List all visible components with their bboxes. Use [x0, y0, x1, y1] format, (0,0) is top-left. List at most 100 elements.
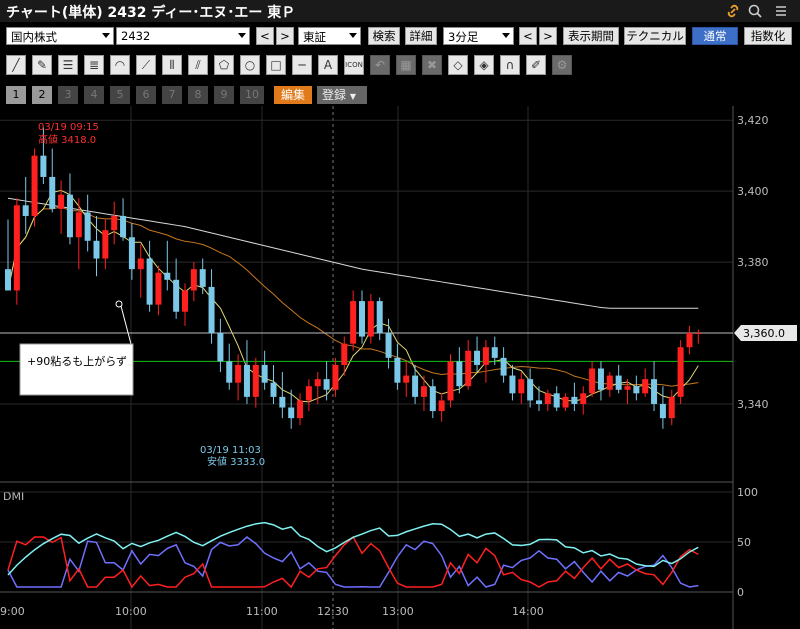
time-tick-label: 11:00 [246, 605, 278, 618]
layout-tabs: 編集 登録 ▼ 1 2 3 4 5 6 7 8 9 10 [0, 84, 800, 106]
layout-tab-5[interactable]: 5 [110, 86, 130, 104]
candle-body [367, 301, 374, 337]
menu-icon[interactable] [772, 3, 790, 19]
candle-body [509, 375, 516, 394]
market-type-value: 国内株式 [11, 30, 57, 44]
candle-body [544, 393, 551, 404]
technical-button[interactable]: テクニカル [624, 27, 686, 45]
candle-body [84, 212, 91, 241]
pentagon-icon[interactable]: ⬠ [214, 55, 234, 75]
fan-icon[interactable]: ⟋ [136, 55, 156, 75]
rectangle-icon[interactable]: □ [266, 55, 286, 75]
interval-value: 3分足 [448, 30, 479, 44]
candle-body [447, 361, 454, 401]
candle-body [668, 396, 675, 419]
candle-body [589, 368, 596, 394]
search-button[interactable]: 検索 [368, 27, 400, 45]
candle-body [261, 364, 268, 383]
candle-body [120, 215, 127, 238]
low-time-label: 03/19 11:03 [200, 445, 261, 456]
layout-tab-7[interactable]: 7 [162, 86, 182, 104]
hlines-icon[interactable]: ☰ [58, 55, 78, 75]
candle-body [677, 347, 684, 397]
candle-body [226, 361, 233, 383]
note-anchor [115, 300, 123, 308]
dmi-tick-label: 100 [737, 486, 758, 499]
dmi-tick-label: 0 [737, 586, 744, 599]
layout-tab-6[interactable]: 6 [136, 86, 156, 104]
candle-body [553, 393, 560, 408]
candle-body [279, 396, 286, 408]
parallel-icon[interactable]: ⫽ [188, 55, 208, 75]
layout-tab-9[interactable]: 9 [214, 86, 234, 104]
interval-prev-button[interactable]: < [519, 27, 537, 45]
exchange-select[interactable]: 東証 [298, 27, 361, 45]
table-icon[interactable]: ▦ [396, 55, 416, 75]
magnet-icon[interactable]: ∩ [500, 55, 520, 75]
layout-tab-2[interactable]: 2 [32, 86, 52, 104]
candle-body [633, 386, 640, 394]
candle-body [580, 393, 587, 404]
candle-body [22, 205, 29, 216]
detail-button[interactable]: 詳細 [405, 27, 437, 45]
layout-tab-10[interactable]: 10 [240, 86, 264, 104]
chevron-down-icon [349, 33, 357, 38]
candle-body [182, 290, 188, 312]
icon-stamp-icon[interactable]: ICON [344, 55, 364, 75]
pen-edit-icon[interactable]: ✐ [526, 55, 546, 75]
time-tick-label: 10:00 [115, 605, 147, 618]
circle-icon[interactable]: ○ [240, 55, 260, 75]
candle-body [146, 258, 153, 305]
price-tick-label: 3,400 [737, 185, 769, 198]
candle-body [102, 230, 109, 259]
candle-body [659, 403, 666, 419]
candle-body [111, 215, 118, 231]
settings-icon[interactable]: ⚙ [552, 55, 572, 75]
toolbar: 国内株式 2432 < > 東証 検索 詳細 3分足 < > 表示期間 テクニカ… [0, 24, 800, 50]
normal-button[interactable]: 通常 [692, 27, 738, 45]
layout-tab-4[interactable]: 4 [84, 86, 104, 104]
pen-icon[interactable]: ✎ [32, 55, 52, 75]
candle-body [75, 212, 82, 238]
multi-hlines-icon[interactable]: ≣ [84, 55, 104, 75]
eraser-icon[interactable]: ◇ [448, 55, 468, 75]
layout-tab-8[interactable]: 8 [188, 86, 208, 104]
chevron-down-icon [502, 33, 510, 38]
text-icon[interactable]: A [318, 55, 338, 75]
interval-next-button[interactable]: > [539, 27, 557, 45]
interval-select[interactable]: 3分足 [443, 27, 514, 45]
candle-body [49, 176, 56, 209]
layout-tab-1[interactable]: 1 [6, 86, 26, 104]
prev-button[interactable]: < [256, 27, 274, 45]
chart-area[interactable]: 3,4203,4003,3803,3603,3403,360.003/19 09… [0, 106, 800, 629]
register-label: 登録 [322, 88, 347, 102]
link-icon[interactable] [724, 3, 742, 19]
code-input[interactable]: 2432 [116, 27, 250, 45]
market-type-select[interactable]: 国内株式 [6, 27, 114, 45]
index-button[interactable]: 指数化 [744, 27, 792, 45]
dmi-tick-label: 50 [737, 536, 751, 549]
candle-body [199, 269, 206, 287]
arc-icon[interactable]: ◠ [110, 55, 130, 75]
edit-button[interactable]: 編集 [274, 86, 312, 104]
window-title: チャート(単体) 2432 ディー･エヌ･エー 東Ｐ [6, 5, 296, 21]
candle-body [695, 333, 702, 335]
eraser-all-icon[interactable]: ◈ [474, 55, 494, 75]
vlines-icon[interactable]: ⦀ [162, 55, 182, 75]
period-button[interactable]: 表示期間 [563, 27, 619, 45]
drawing-toolbar: ╱ ✎ ☰ ≣ ◠ ⟋ ⦀ ⫽ ⬠ ○ □ ─ A ICON ↶ ▦ ✖ ◇ ◈ ∩ ✐ ⚙ [0, 53, 800, 79]
next-button[interactable]: > [276, 27, 294, 45]
candle-body [429, 386, 436, 412]
layout-tab-3[interactable]: 3 [58, 86, 78, 104]
candle-body [13, 205, 20, 291]
search-icon[interactable] [746, 3, 764, 19]
candle-body [394, 357, 401, 383]
delete-icon[interactable]: ✖ [422, 55, 442, 75]
hline-icon[interactable]: ─ [292, 55, 312, 75]
price-tick-label: 3,380 [737, 256, 769, 269]
line-icon[interactable]: ╱ [6, 55, 26, 75]
register-button[interactable]: 登録 ▼ [317, 86, 367, 104]
adx-line [7, 521, 699, 576]
candle-body [562, 396, 569, 408]
undo-icon[interactable]: ↶ [370, 55, 390, 75]
